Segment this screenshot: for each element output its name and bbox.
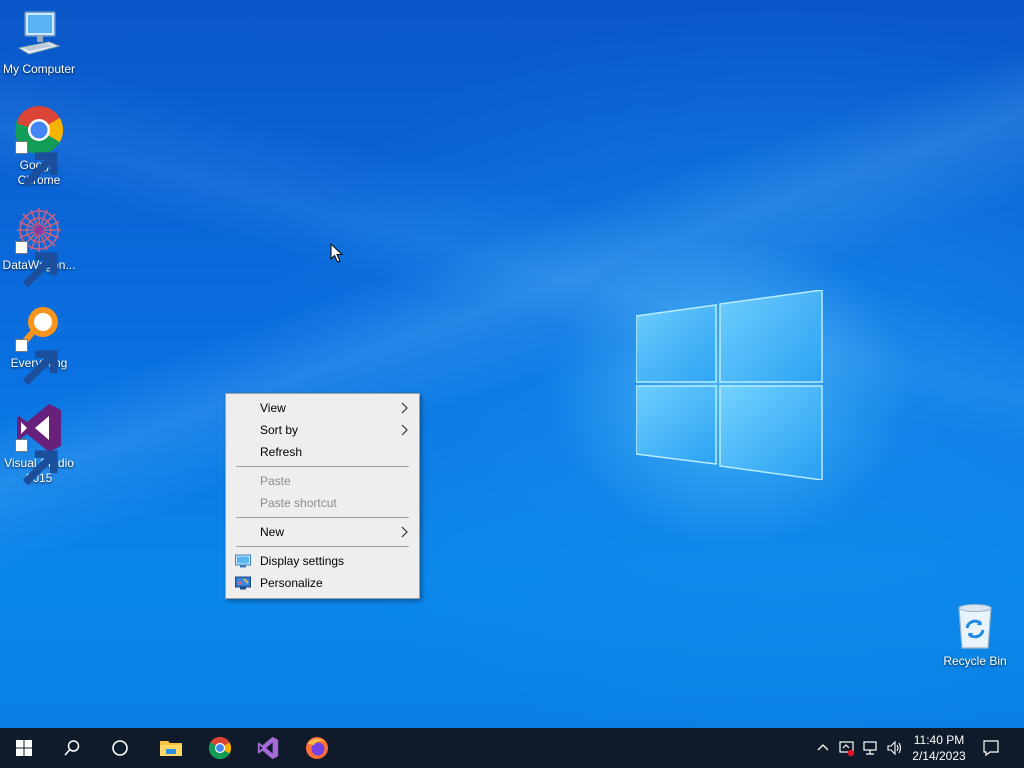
menu-item-new[interactable]: New	[226, 521, 419, 543]
desktop-icon-my-computer[interactable]: My Computer	[0, 8, 78, 77]
light-beam	[0, 0, 1024, 728]
security-alert-icon[interactable]	[838, 739, 856, 757]
action-center-icon	[983, 740, 999, 757]
taskbar-visual-studio[interactable]	[244, 728, 292, 768]
taskbar-chrome[interactable]	[196, 728, 244, 768]
menu-separator	[236, 517, 409, 518]
desktop-context-menu: View Sort by Refresh Paste Paste shortcu…	[225, 393, 420, 599]
menu-item-paste: Paste	[226, 470, 419, 492]
menu-item-label: Refresh	[260, 445, 303, 459]
task-view-icon	[112, 740, 128, 756]
menu-item-label: Paste	[260, 474, 291, 488]
chevron-right-icon	[401, 424, 408, 436]
windows-logo-wallpaper	[636, 290, 823, 480]
menu-item-label: Paste shortcut	[260, 496, 337, 510]
menu-item-paste-shortcut: Paste shortcut	[226, 492, 419, 514]
menu-item-sort-by[interactable]: Sort by	[226, 419, 419, 441]
desktop-icon-visual-studio[interactable]: Visual Studio 2015	[0, 402, 78, 486]
search-icon	[64, 740, 80, 756]
desktop-icon-google-chrome[interactable]: Google Chrome	[0, 104, 78, 188]
personalize-icon	[235, 576, 251, 590]
shortcut-arrow-icon	[15, 339, 58, 386]
everything-search-icon	[13, 302, 65, 386]
action-center-button[interactable]	[968, 728, 1014, 768]
start-button[interactable]	[0, 728, 48, 768]
desktop-icon-datawagon[interactable]: DataWagon...	[0, 204, 78, 288]
desktop-icon-label: My Computer	[2, 62, 76, 76]
visual-studio-icon	[257, 736, 279, 760]
shortcut-arrow-icon	[15, 241, 58, 288]
display-settings-icon	[235, 554, 251, 568]
menu-separator	[236, 466, 409, 467]
task-view-button[interactable]	[96, 728, 144, 768]
desktop-icon-everything[interactable]: Everything	[0, 302, 78, 386]
shortcut-arrow-icon	[15, 439, 58, 486]
chrome-icon	[13, 104, 65, 188]
menu-item-label: New	[260, 525, 285, 539]
shortcut-arrow-icon	[15, 141, 58, 188]
chevron-up-icon[interactable]	[814, 739, 832, 757]
visual-studio-icon	[13, 402, 65, 486]
chevron-right-icon	[401, 402, 408, 414]
start-icon	[16, 740, 32, 756]
file-explorer-icon	[160, 741, 182, 756]
datawagon-icon	[13, 204, 65, 288]
chrome-icon	[208, 736, 232, 760]
network-icon[interactable]	[862, 739, 880, 757]
menu-separator	[236, 546, 409, 547]
firefox-icon	[306, 737, 328, 759]
menu-item-label: Display settings	[260, 554, 345, 568]
menu-item-display-settings[interactable]: Display settings	[226, 550, 419, 572]
menu-item-label: View	[260, 401, 286, 415]
desktop-icon-label: Recycle Bin	[943, 654, 1007, 668]
menu-item-refresh[interactable]: Refresh	[226, 441, 419, 463]
mouse-cursor-icon	[330, 243, 344, 263]
chevron-right-icon	[401, 526, 408, 538]
menu-item-label: Sort by	[260, 423, 299, 437]
taskbar: 11:40 PM 2/14/2023	[0, 728, 1024, 768]
taskbar-file-explorer[interactable]	[147, 728, 195, 768]
menu-item-view[interactable]: View	[226, 397, 419, 419]
search-button[interactable]	[48, 728, 96, 768]
desktop-icon-recycle-bin[interactable]: Recycle Bin	[936, 600, 1014, 669]
menu-item-label: Personalize	[260, 576, 323, 590]
menu-item-personalize[interactable]: Personalize	[226, 572, 419, 594]
monitor-icon	[13, 8, 65, 60]
light-beam	[0, 0, 1024, 728]
recycle-bin-icon	[949, 600, 1001, 652]
taskbar-firefox[interactable]	[293, 728, 341, 768]
